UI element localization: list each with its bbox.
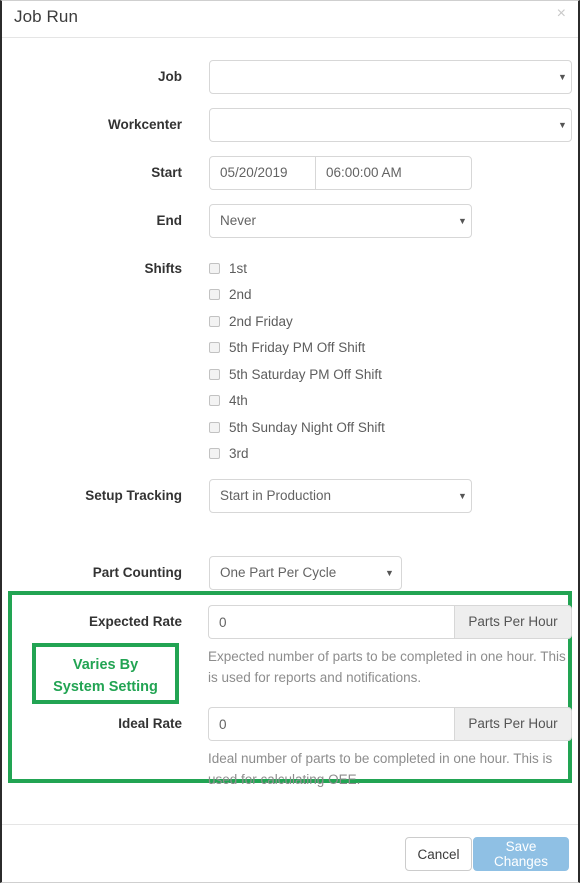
- form-row-part-counting: Part Counting One Part Per Cycle ▼: [2, 556, 578, 590]
- shift-label: 5th Friday PM Off Shift: [229, 340, 366, 355]
- job-run-modal: Job Run × Job ▼ Workcenter ▼ Start 05/20…: [0, 0, 580, 883]
- note-line-2: System Setting: [53, 679, 158, 695]
- start-time-input[interactable]: 06:00:00 AM: [315, 156, 472, 190]
- form-row-job: Job ▼: [2, 60, 578, 94]
- start-date-input[interactable]: 05/20/2019: [209, 156, 316, 190]
- end-label: End: [156, 213, 183, 228]
- part-counting-label: Part Counting: [92, 565, 182, 580]
- part-counting-select-value: One Part Per Cycle: [220, 565, 337, 580]
- part-counting-select[interactable]: One Part Per Cycle: [209, 556, 402, 590]
- form-row-end: End Never ▼: [2, 204, 578, 238]
- expected-rate-help-text: Expected number of parts to be completed…: [208, 649, 566, 685]
- form-row-setup-tracking: Setup Tracking Start in Production ▼: [2, 479, 578, 513]
- checkbox-box[interactable]: [209, 369, 220, 380]
- start-label: Start: [151, 165, 182, 180]
- workcenter-select[interactable]: [209, 108, 572, 142]
- setup-tracking-select[interactable]: Start in Production: [209, 479, 472, 513]
- job-label: Job: [157, 69, 182, 84]
- form-row-expected-rate: Expected Rate Parts Per Hour: [2, 605, 578, 639]
- shift-label: 5th Saturday PM Off Shift: [229, 367, 382, 382]
- page-title: Job Run: [14, 7, 79, 26]
- expected-rate-unit-addon: Parts Per Hour: [454, 605, 572, 639]
- form-row-shifts: Shifts 1st 2nd 2nd Friday 5th Friday PM …: [2, 252, 578, 462]
- workcenter-label: Workcenter: [107, 117, 182, 132]
- start-date-value: 05/20/2019: [220, 165, 288, 180]
- checkbox-box[interactable]: [209, 422, 220, 433]
- cancel-button[interactable]: Cancel: [405, 837, 472, 871]
- modal-footer: Cancel Save Changes: [2, 824, 578, 882]
- checkbox-box[interactable]: [209, 316, 220, 327]
- shift-label: 1st: [229, 261, 248, 276]
- checkbox-box[interactable]: [209, 263, 220, 274]
- ideal-rate-help-text: Ideal number of parts to be completed in…: [208, 751, 553, 787]
- ideal-rate-input[interactable]: [208, 707, 454, 741]
- varies-by-system-setting-note: Varies By System Setting: [32, 643, 179, 704]
- save-changes-button[interactable]: Save Changes: [473, 837, 569, 871]
- shift-label: 2nd Friday: [229, 314, 293, 329]
- shift-label: 4th: [229, 393, 248, 408]
- end-select-value: Never: [220, 213, 257, 228]
- setup-tracking-label: Setup Tracking: [85, 488, 182, 503]
- checkbox-box[interactable]: [209, 448, 220, 459]
- shift-label: 2nd: [229, 287, 252, 302]
- checkbox-box[interactable]: [209, 342, 220, 353]
- note-line-1: Varies By: [72, 657, 139, 673]
- expected-rate-input[interactable]: [208, 605, 454, 639]
- expected-rate-label: Expected Rate: [88, 614, 182, 629]
- form-row-start: Start 05/20/2019 06:00:00 AM: [2, 156, 578, 190]
- checkbox-box[interactable]: [209, 289, 220, 300]
- setup-tracking-select-value: Start in Production: [220, 488, 332, 503]
- close-icon[interactable]: ×: [557, 5, 566, 23]
- modal-body: Job ▼ Workcenter ▼ Start 05/20/2019 06:0…: [2, 38, 578, 825]
- shift-label: 5th Sunday Night Off Shift: [229, 420, 385, 435]
- modal-header: Job Run ×: [2, 1, 578, 38]
- shifts-label: Shifts: [144, 261, 182, 276]
- job-select[interactable]: [209, 60, 572, 94]
- start-time-value: 06:00:00 AM: [326, 165, 402, 180]
- end-select[interactable]: Never: [209, 204, 472, 238]
- ideal-rate-label: Ideal Rate: [118, 716, 182, 731]
- ideal-rate-unit-addon: Parts Per Hour: [454, 707, 572, 741]
- checkbox-box[interactable]: [209, 395, 220, 406]
- form-row-ideal-rate: Ideal Rate Parts Per Hour: [2, 707, 578, 741]
- shift-label: 3rd: [229, 446, 249, 461]
- form-row-workcenter: Workcenter ▼: [2, 108, 578, 142]
